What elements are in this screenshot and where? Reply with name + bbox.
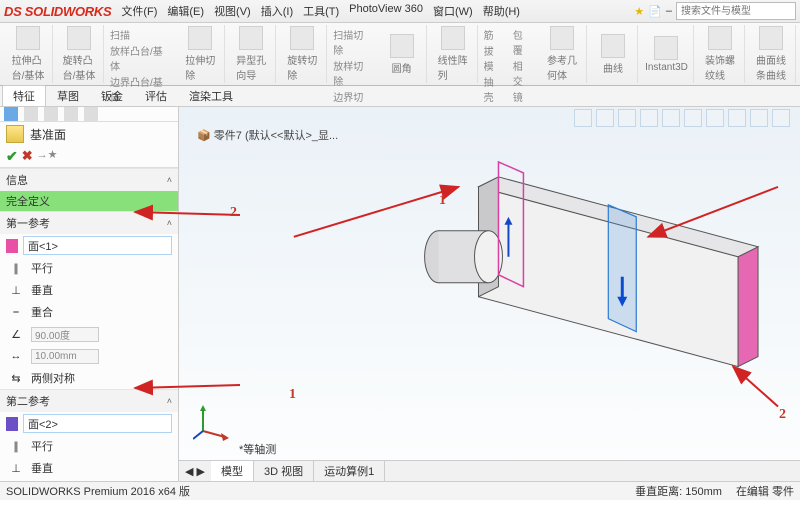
- ref1-coin[interactable]: 重合: [31, 304, 53, 320]
- rib-instant3d[interactable]: Instant3D: [640, 25, 694, 83]
- dist-icon[interactable]: ↔: [6, 347, 26, 365]
- iso-label: *等轴测: [239, 441, 276, 457]
- ref1-distance[interactable]: [31, 349, 99, 364]
- pm-tab-more-icon[interactable]: [84, 107, 98, 121]
- rib-sweep-group: 扫描 放样凸台/基体 边界凸台/基体: [106, 25, 174, 83]
- tab-evaluate[interactable]: 评估: [134, 85, 178, 106]
- rib-hole[interactable]: 异型孔向导: [227, 25, 276, 83]
- pushpin-icon[interactable]: →★: [37, 148, 58, 165]
- ref2-parallel[interactable]: 平行: [31, 438, 53, 454]
- btab-model[interactable]: 模型: [211, 461, 254, 481]
- menu-help[interactable]: 帮助(H): [483, 3, 520, 19]
- rib-extrude[interactable]: 拉伸凸台/基体: [4, 25, 53, 83]
- ref1-parallel[interactable]: 平行: [31, 260, 53, 276]
- pm-confirm-row: ✔ ✖ →★: [0, 146, 178, 168]
- property-manager: 基准面 ✔ ✖ →★ 信息˄ 完全定义 第一参考˄ 面<1> ∥ 平行 ⊥ 垂直 ⎯…: [0, 107, 179, 481]
- rib-loft[interactable]: 放样凸台/基体: [110, 43, 170, 73]
- rib-sweep[interactable]: 扫描: [110, 27, 130, 42]
- sec-ref2[interactable]: 第二参考˄: [0, 390, 178, 412]
- bottom-tabs: ◀ ▶ 模型 3D 视图 运动算例1: [179, 460, 800, 481]
- rib-sweep-cut[interactable]: 扫描切除: [333, 27, 371, 57]
- tab-sketch[interactable]: 草图: [46, 85, 90, 106]
- status-mode: 在编辑 零件: [736, 483, 794, 499]
- ref1-angle[interactable]: [31, 327, 99, 342]
- annot-1b: 1: [289, 387, 296, 403]
- face1-color-icon: [6, 239, 18, 253]
- main-menu: 文件(F) 编辑(E) 视图(V) 插入(I) 工具(T) PhotoView …: [121, 3, 520, 19]
- pm-tab-feature-icon[interactable]: [4, 107, 18, 121]
- pm-tab-crosshair-icon[interactable]: [64, 107, 78, 121]
- rib-refgeom[interactable]: 参考几何体: [538, 25, 587, 83]
- app-logo: DS SOLIDWORKS: [4, 4, 111, 19]
- tab-sheetmetal[interactable]: 钣金: [90, 85, 134, 106]
- plane-icon: [6, 125, 24, 143]
- annot-2a: 2: [230, 205, 237, 221]
- menu-view[interactable]: 视图(V): [214, 3, 251, 19]
- menu-window[interactable]: 窗口(W): [433, 3, 473, 19]
- sec-ref1[interactable]: 第一参考˄: [0, 212, 178, 234]
- perp2-icon[interactable]: ⊥: [6, 459, 26, 477]
- menu-edit[interactable]: 编辑(E): [167, 3, 204, 19]
- rib-cut-small: 扫描切除 放样切除 边界切除: [329, 25, 375, 83]
- dash-icon[interactable]: –: [666, 5, 672, 17]
- menu-photoview[interactable]: PhotoView 360: [349, 3, 423, 19]
- sec-info[interactable]: 信息˄: [0, 169, 178, 191]
- annot-2b: 2: [779, 407, 786, 423]
- ribbon: 拉伸凸台/基体 旋转凸台/基体 扫描 放样凸台/基体 边界凸台/基体 拉伸切除 …: [0, 23, 800, 86]
- pm-tab-display-icon[interactable]: [44, 107, 58, 121]
- menu-tools[interactable]: 工具(T): [303, 3, 339, 19]
- model-canvas: [179, 107, 800, 480]
- face2-color-icon: [6, 417, 18, 431]
- btab-motion[interactable]: 运动算例1: [314, 461, 385, 481]
- rib-spline[interactable]: 曲面线条曲线: [747, 25, 796, 83]
- star-icon[interactable]: ★: [634, 5, 644, 18]
- rib-revolve[interactable]: 旋转凸台/基体: [55, 25, 104, 83]
- rib-cut-extrude[interactable]: 拉伸切除: [176, 25, 225, 83]
- annot-1a: 1: [439, 193, 446, 209]
- menu-file[interactable]: 文件(F): [121, 3, 157, 19]
- ref1-mirror[interactable]: 两侧对称: [31, 370, 75, 386]
- status-distance: 垂直距离: 150mm: [635, 483, 722, 499]
- ok-button[interactable]: ✔: [6, 148, 18, 165]
- app-name: SOLIDWORKS: [25, 4, 112, 19]
- pm-status: 完全定义: [0, 191, 178, 211]
- parallel-icon[interactable]: ∥: [6, 259, 26, 277]
- feature-tabbar: 特征 草图 钣金 评估 渲染工具: [0, 86, 800, 107]
- tab-feature[interactable]: 特征: [2, 85, 46, 106]
- title-bar: DS SOLIDWORKS 文件(F) 编辑(E) 视图(V) 插入(I) 工具…: [0, 0, 800, 23]
- ref2-perp[interactable]: 垂直: [31, 460, 53, 476]
- rib-fillet[interactable]: 圆角: [378, 25, 427, 83]
- btab-3dview[interactable]: 3D 视图: [254, 461, 314, 481]
- pm-header: 基准面: [0, 122, 178, 146]
- view-triad[interactable]: [193, 401, 233, 441]
- mirror-icon[interactable]: ⇆: [6, 369, 26, 387]
- viewport[interactable]: 📦 零件7 (默认<<默认>_显...: [179, 107, 800, 481]
- pm-toolbar: [0, 107, 178, 122]
- rib-small3: 筋 拔模 抽壳: [480, 25, 507, 83]
- angle-icon[interactable]: ∠: [6, 325, 26, 343]
- pm-tab-config-icon[interactable]: [24, 107, 38, 121]
- work-area: 基准面 ✔ ✖ →★ 信息˄ 完全定义 第一参考˄ 面<1> ∥ 平行 ⊥ 垂直 ⎯…: [0, 107, 800, 481]
- pm-title: 基准面: [30, 126, 66, 143]
- ref1-perp[interactable]: 垂直: [31, 282, 53, 298]
- search-input[interactable]: [676, 2, 796, 20]
- rib-small4: 包覆 相交 镜像: [509, 25, 536, 83]
- status-bar: SOLIDWORKS Premium 2016 x64 版 垂直距离: 150m…: [0, 481, 800, 500]
- status-version: SOLIDWORKS Premium 2016 x64 版: [6, 483, 190, 499]
- tab-render[interactable]: 渲染工具: [178, 85, 244, 106]
- cancel-button[interactable]: ✖: [22, 148, 33, 165]
- ref1-selection[interactable]: 面<1>: [23, 236, 172, 255]
- rib-loft-cut[interactable]: 放样切除: [333, 58, 371, 88]
- ref2-selection[interactable]: 面<2>: [23, 414, 172, 433]
- rib-curves[interactable]: 曲线: [589, 25, 638, 83]
- rib-pattern[interactable]: 线性阵列: [429, 25, 478, 83]
- parallel2-icon[interactable]: ∥: [6, 437, 26, 455]
- coin-icon[interactable]: ⎯: [6, 303, 26, 321]
- doc-icon[interactable]: 📄: [648, 5, 662, 18]
- rib-thread[interactable]: 装饰螺纹线: [696, 25, 745, 83]
- rib-cut-revolve[interactable]: 旋转切除: [278, 25, 327, 83]
- perp-icon[interactable]: ⊥: [6, 281, 26, 299]
- menu-insert[interactable]: 插入(I): [261, 3, 293, 19]
